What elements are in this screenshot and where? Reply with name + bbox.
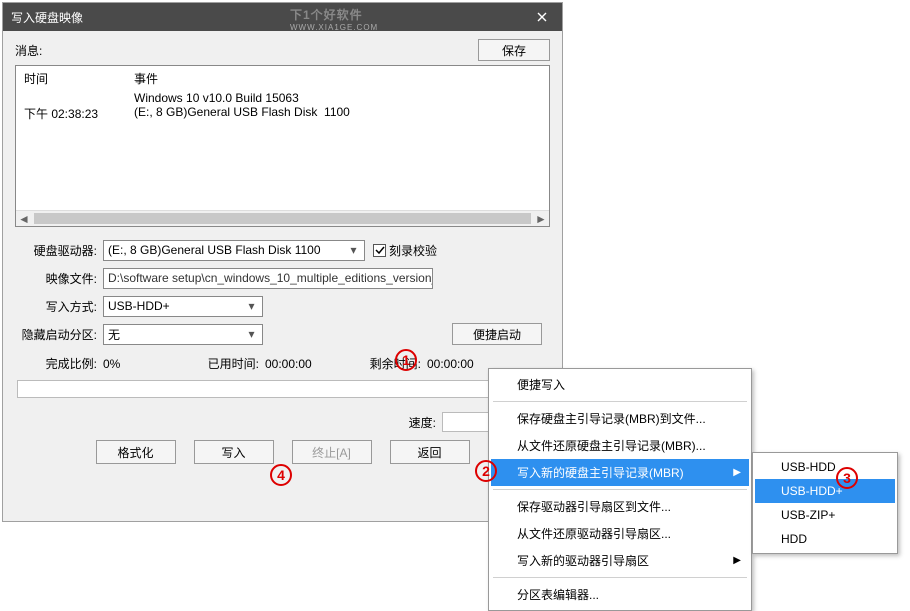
- menu-item[interactable]: USB-HDD: [755, 455, 895, 479]
- mode-value: USB-HDD+: [108, 299, 170, 313]
- image-label: 映像文件:: [17, 270, 103, 287]
- check-icon: [375, 245, 385, 255]
- context-menu-main[interactable]: 便捷写入保存硬盘主引导记录(MBR)到文件...从文件还原硬盘主引导记录(MBR…: [488, 368, 752, 611]
- log-event: Windows 10 v10.0 Build 15063: [134, 91, 541, 105]
- image-value: D:\software setup\cn_windows_10_multiple…: [108, 271, 433, 285]
- hide-partition-select[interactable]: 无 ▾: [103, 324, 263, 345]
- log-event: (E:, 8 GB)General USB Flash Disk 1100: [134, 105, 541, 122]
- menu-separator: [493, 489, 747, 490]
- elapsed-label: 已用时间:: [193, 355, 265, 372]
- log-time: [24, 91, 134, 105]
- chevron-down-icon: ▾: [244, 300, 259, 313]
- submenu-arrow-icon: ▶: [733, 467, 741, 478]
- menu-item[interactable]: 从文件还原驱动器引导扇区...: [491, 520, 749, 547]
- menu-item[interactable]: 保存硬盘主引导记录(MBR)到文件...: [491, 405, 749, 432]
- hide-label: 隐藏启动分区:: [17, 326, 103, 343]
- quick-start-button[interactable]: 便捷启动: [452, 323, 542, 345]
- scroll-left-icon[interactable]: ◄: [16, 211, 32, 226]
- log-list[interactable]: 时间 事件 Windows 10 v10.0 Build 15063下午 02:…: [15, 65, 550, 227]
- save-button[interactable]: 保存: [478, 39, 550, 61]
- menu-item[interactable]: 从文件还原硬盘主引导记录(MBR)...: [491, 432, 749, 459]
- close-icon: [537, 12, 547, 22]
- submenu-arrow-icon: ▶: [733, 555, 741, 566]
- scroll-right-icon[interactable]: ►: [533, 211, 549, 226]
- remain-label: 剩余时间:: [355, 355, 427, 372]
- menu-item[interactable]: 分区表编辑器...: [491, 581, 749, 608]
- titlebar[interactable]: 写入硬盘映像: [3, 3, 562, 31]
- log-time: 下午 02:38:23: [24, 105, 134, 122]
- verify-label: 刻录校验: [389, 242, 437, 259]
- close-button[interactable]: [522, 3, 562, 31]
- dialog-window: 写入硬盘映像 消息: 保存 时间 事件 Windows 10 v10.0 Bui…: [2, 2, 563, 522]
- menu-item[interactable]: 写入新的硬盘主引导记录(MBR)▶: [491, 459, 749, 486]
- chevron-down-icon: ▾: [244, 328, 259, 341]
- menu-separator: [493, 577, 747, 578]
- done-value: 0%: [103, 357, 193, 371]
- format-button[interactable]: 格式化: [96, 440, 176, 464]
- message-label: 消息:: [15, 42, 478, 59]
- log-col-time: 时间: [24, 70, 134, 87]
- log-col-event: 事件: [134, 70, 541, 87]
- menu-item[interactable]: 便捷写入: [491, 371, 749, 398]
- window-title: 写入硬盘映像: [11, 9, 522, 26]
- progress-bar: [17, 380, 548, 398]
- context-menu-sub[interactable]: USB-HDDUSB-HDD+USB-ZIP+HDD: [752, 452, 898, 554]
- disk-select[interactable]: (E:, 8 GB)General USB Flash Disk 1100 ▾: [103, 240, 365, 261]
- menu-item[interactable]: USB-ZIP+: [755, 503, 895, 527]
- hide-value: 无: [108, 326, 120, 343]
- menu-separator: [493, 401, 747, 402]
- mode-label: 写入方式:: [17, 298, 103, 315]
- menu-item[interactable]: 写入新的驱动器引导扇区▶: [491, 547, 749, 574]
- menu-item[interactable]: HDD: [755, 527, 895, 551]
- log-row[interactable]: Windows 10 v10.0 Build 15063: [16, 91, 549, 105]
- image-path-input[interactable]: D:\software setup\cn_windows_10_multiple…: [103, 268, 433, 289]
- elapsed-value: 00:00:00: [265, 357, 355, 371]
- menu-item[interactable]: 保存驱动器引导扇区到文件...: [491, 493, 749, 520]
- menu-item[interactable]: USB-HDD+: [755, 479, 895, 503]
- scrollbar-horizontal[interactable]: ◄ ►: [16, 210, 549, 226]
- write-mode-select[interactable]: USB-HDD+ ▾: [103, 296, 263, 317]
- speed-label: 速度:: [409, 414, 442, 431]
- done-label: 完成比例:: [17, 355, 103, 372]
- disk-value: (E:, 8 GB)General USB Flash Disk 1100: [108, 243, 321, 257]
- scroll-thumb[interactable]: [34, 213, 531, 224]
- log-row[interactable]: 下午 02:38:23(E:, 8 GB)General USB Flash D…: [16, 105, 549, 122]
- disk-label: 硬盘驱动器:: [17, 242, 103, 259]
- chevron-down-icon: ▾: [346, 244, 361, 257]
- write-button[interactable]: 写入: [194, 440, 274, 464]
- verify-checkbox[interactable]: 刻录校验: [373, 242, 437, 259]
- abort-button: 终止[A]: [292, 440, 372, 464]
- back-button[interactable]: 返回: [390, 440, 470, 464]
